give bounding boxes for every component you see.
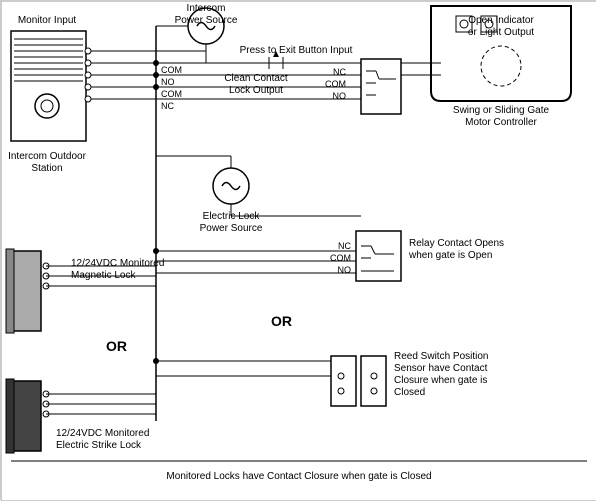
svg-text:Station: Station bbox=[31, 163, 62, 174]
svg-text:Closed: Closed bbox=[394, 387, 425, 398]
svg-text:Sensor have Contact: Sensor have Contact bbox=[394, 363, 488, 374]
svg-text:Lock Output: Lock Output bbox=[229, 85, 283, 96]
svg-text:Monitored Locks have Contact C: Monitored Locks have Contact Closure whe… bbox=[166, 471, 431, 482]
svg-text:Press to Exit Button Input: Press to Exit Button Input bbox=[240, 45, 353, 56]
svg-text:Swing or Sliding Gate: Swing or Sliding Gate bbox=[453, 105, 550, 116]
svg-text:OR: OR bbox=[271, 313, 292, 329]
svg-text:12/24VDC Monitored: 12/24VDC Monitored bbox=[56, 428, 149, 439]
svg-text:NO: NO bbox=[161, 77, 175, 87]
svg-text:Electric Strike Lock: Electric Strike Lock bbox=[56, 440, 142, 451]
svg-text:Relay Contact Opens: Relay Contact Opens bbox=[409, 238, 504, 249]
svg-text:Intercom Outdoor: Intercom Outdoor bbox=[8, 151, 86, 162]
svg-text:Clean Contact: Clean Contact bbox=[224, 73, 288, 84]
svg-text:Power Source: Power Source bbox=[200, 223, 263, 234]
svg-text:Electric Lock: Electric Lock bbox=[203, 211, 261, 222]
svg-text:OR: OR bbox=[106, 338, 127, 354]
wiring-diagram: COM NO COM NC bbox=[0, 0, 596, 500]
svg-text:NC: NC bbox=[338, 241, 351, 251]
svg-text:Motor Controller: Motor Controller bbox=[465, 117, 537, 128]
svg-text:COM: COM bbox=[161, 65, 182, 75]
svg-text:when gate is Open: when gate is Open bbox=[408, 250, 492, 261]
svg-text:Monitor Input: Monitor Input bbox=[18, 15, 77, 26]
svg-text:Intercom: Intercom bbox=[187, 3, 226, 14]
svg-text:Open Indicator: Open Indicator bbox=[468, 15, 534, 26]
svg-text:Closure when gate is: Closure when gate is bbox=[394, 375, 487, 386]
svg-text:Magnetic Lock: Magnetic Lock bbox=[71, 270, 136, 281]
svg-text:Power Source: Power Source bbox=[175, 15, 238, 26]
svg-text:12/24VDC Monitored: 12/24VDC Monitored bbox=[71, 258, 164, 269]
svg-text:Reed Switch Position: Reed Switch Position bbox=[394, 351, 489, 362]
svg-text:NC: NC bbox=[161, 101, 174, 111]
svg-text:or Light Output: or Light Output bbox=[468, 27, 534, 38]
svg-text:COM: COM bbox=[161, 89, 182, 99]
